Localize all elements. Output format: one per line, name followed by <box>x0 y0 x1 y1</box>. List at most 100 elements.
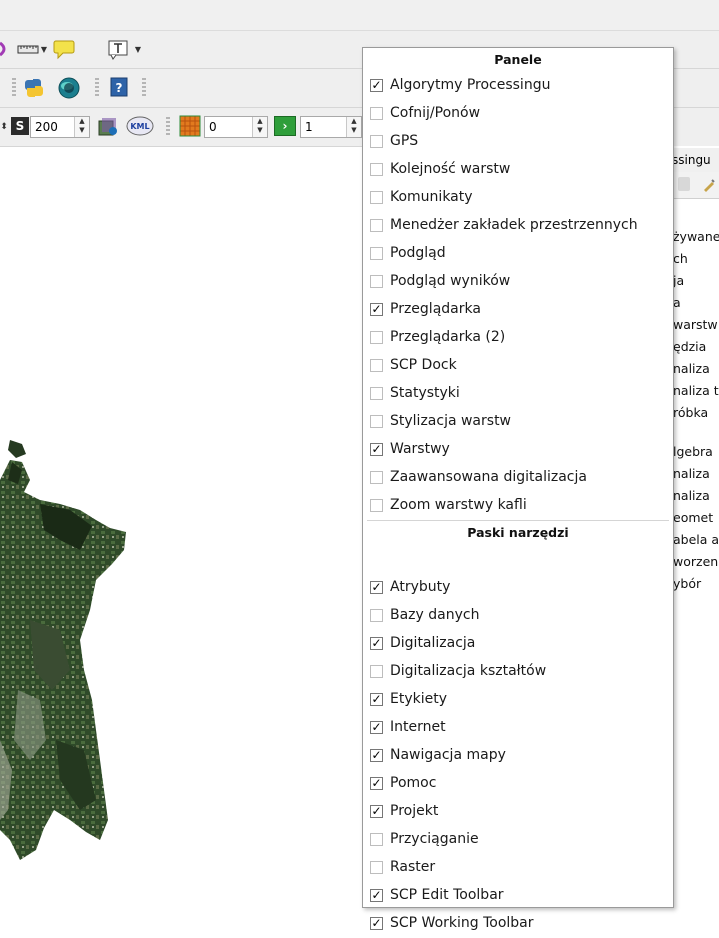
processing-item[interactable]: naliza <box>673 465 719 483</box>
spin-arrows-icon[interactable]: ▲ ▼ <box>252 117 267 137</box>
checkbox[interactable] <box>370 135 383 148</box>
checkbox[interactable] <box>370 415 383 428</box>
toolbar-menu-item[interactable]: ✓ Digitalizacja <box>363 630 673 658</box>
toolbar-grip[interactable] <box>12 78 16 98</box>
processing-item[interactable]: ja <box>673 272 719 290</box>
processing-item[interactable]: naliza t <box>673 382 719 400</box>
toolbar-menu-item[interactable]: ✓ Pomoc <box>363 770 673 798</box>
toolbar-grip[interactable] <box>142 78 146 98</box>
spin-arrows-icon[interactable]: ▲ ▼ <box>74 117 89 137</box>
processing-item[interactable]: lgebra <box>673 443 719 461</box>
toolbar-menu-item[interactable]: ✓ Etykiety <box>363 686 673 714</box>
scale-spinbox[interactable]: 200 ▲ ▼ <box>30 116 90 138</box>
toolbar-menu-item[interactable]: Raster <box>363 854 673 882</box>
toolbar-menu-item[interactable]: ✓ Projekt <box>363 798 673 826</box>
panel-menu-item[interactable]: Przeglądarka (2) <box>363 324 673 352</box>
checkbox[interactable] <box>370 107 383 120</box>
panel-menu-item[interactable]: Kolejność warstw <box>363 156 673 184</box>
processing-options-icon[interactable] <box>702 177 716 192</box>
processing-item[interactable]: abela a <box>673 531 719 549</box>
python-console-icon[interactable] <box>22 76 46 100</box>
checkbox[interactable] <box>370 191 383 204</box>
processing-item[interactable]: ędzia <box>673 338 719 356</box>
toolbar-menu-item[interactable]: ✓ Nawigacja mapy <box>363 742 673 770</box>
spin-arrows-icon[interactable]: ▲ ▼ <box>346 117 361 137</box>
toolbar-menu-item[interactable]: Przyciąganie <box>363 826 673 854</box>
panel-menu-item[interactable]: Podgląd wyników <box>363 268 673 296</box>
measure-dropdown-icon[interactable]: ▼ <box>40 43 48 55</box>
checkbox[interactable] <box>370 471 383 484</box>
annotation-balloon-icon[interactable] <box>52 38 76 60</box>
partial-purple-icon[interactable] <box>0 39 10 59</box>
checkbox[interactable]: ✓ <box>370 721 383 734</box>
panel-menu-item[interactable]: Statystyki <box>363 380 673 408</box>
checkbox[interactable]: ✓ <box>370 79 383 92</box>
checkbox[interactable]: ✓ <box>370 693 383 706</box>
panel-menu-item[interactable]: Zaawansowana digitalizacja <box>363 464 673 492</box>
panel-menu-item[interactable]: Stylizacja warstw <box>363 408 673 436</box>
checkbox[interactable] <box>370 275 383 288</box>
processing-item[interactable]: róbka <box>673 404 719 422</box>
checkbox[interactable]: ✓ <box>370 889 383 902</box>
checkbox[interactable]: ✓ <box>370 581 383 594</box>
checkbox[interactable] <box>370 833 383 846</box>
map-canvas-raster[interactable] <box>0 440 140 870</box>
panel-menu-item[interactable]: ✓ Warstwy <box>363 436 673 464</box>
checkbox[interactable]: ✓ <box>370 777 383 790</box>
checkbox[interactable] <box>370 609 383 622</box>
checkbox[interactable]: ✓ <box>370 917 383 930</box>
toolbar-menu-item[interactable]: ✓ SCP Working Toolbar <box>363 910 673 938</box>
measure-ruler-icon[interactable] <box>16 39 40 59</box>
checkbox[interactable]: ✓ <box>370 749 383 762</box>
kml-export-icon[interactable]: KML <box>126 116 154 136</box>
panel-menu-item[interactable]: ✓ Przeglądarka <box>363 296 673 324</box>
processing-item[interactable]: a <box>673 294 719 312</box>
checkbox[interactable] <box>370 219 383 232</box>
processing-item[interactable]: warstw <box>673 316 719 334</box>
panel-menu-item[interactable]: Komunikaty <box>363 184 673 212</box>
checkbox[interactable] <box>370 861 383 874</box>
checkbox[interactable]: ✓ <box>370 637 383 650</box>
checkbox[interactable] <box>370 331 383 344</box>
toolbar-menu-item[interactable]: ✓ Internet <box>363 714 673 742</box>
checkbox[interactable] <box>370 247 383 260</box>
band-spinbox[interactable]: 0 ▲ ▼ <box>204 116 268 138</box>
toolbar-menu-item[interactable]: Bazy danych <box>363 602 673 630</box>
toolbar-menu-item[interactable]: ✓ Atrybuty <box>363 574 673 602</box>
checkbox[interactable] <box>370 359 383 372</box>
toolbar-menu-item[interactable]: ✓ SCP Edit Toolbar <box>363 882 673 910</box>
metasearch-globe-icon[interactable] <box>56 75 82 101</box>
processing-item[interactable]: naliza <box>673 487 719 505</box>
value-spinbox[interactable]: 1 ▲ ▼ <box>300 116 362 138</box>
checkbox[interactable] <box>370 163 383 176</box>
processing-item[interactable]: ch <box>673 250 719 268</box>
scp-band-set-icon[interactable] <box>178 114 202 138</box>
processing-item[interactable]: naliza <box>673 360 719 378</box>
panel-menu-item[interactable]: GPS <box>363 128 673 156</box>
processing-item[interactable]: worzen <box>673 553 719 571</box>
text-annotation-icon[interactable] <box>106 38 130 60</box>
toolbar-menu-item[interactable]: Digitalizacja kształtów <box>363 658 673 686</box>
help-contents-icon[interactable]: ? <box>108 76 130 98</box>
text-dropdown-icon[interactable]: ▼ <box>134 43 142 55</box>
checkbox[interactable]: ✓ <box>370 443 383 456</box>
scp-run-icon[interactable]: › <box>274 116 296 136</box>
processing-item[interactable]: ybór <box>673 575 719 593</box>
processing-item[interactable]: eomet <box>673 509 719 527</box>
checkbox[interactable]: ✓ <box>370 805 383 818</box>
panel-menu-item[interactable]: Podgląd <box>363 240 673 268</box>
toolbar-grip[interactable] <box>95 78 99 98</box>
panel-menu-item[interactable]: Menedżer zakładek przestrzennych <box>363 212 673 240</box>
scp-raster-stack-icon[interactable] <box>96 114 120 138</box>
panel-menu-item[interactable]: SCP Dock <box>363 352 673 380</box>
spin-arrows-icon[interactable]: ⬍ <box>0 120 8 134</box>
processing-history-icon[interactable] <box>678 177 690 191</box>
panel-menu-item[interactable]: Zoom warstwy kafli <box>363 492 673 520</box>
processing-item[interactable]: żywane <box>673 228 719 246</box>
checkbox[interactable] <box>370 499 383 512</box>
panel-menu-item[interactable]: ✓ Algorytmy Processingu <box>363 72 673 100</box>
checkbox[interactable]: ✓ <box>370 303 383 316</box>
checkbox[interactable] <box>370 387 383 400</box>
checkbox[interactable] <box>370 665 383 678</box>
panel-menu-item[interactable]: Cofnij/Ponów <box>363 100 673 128</box>
